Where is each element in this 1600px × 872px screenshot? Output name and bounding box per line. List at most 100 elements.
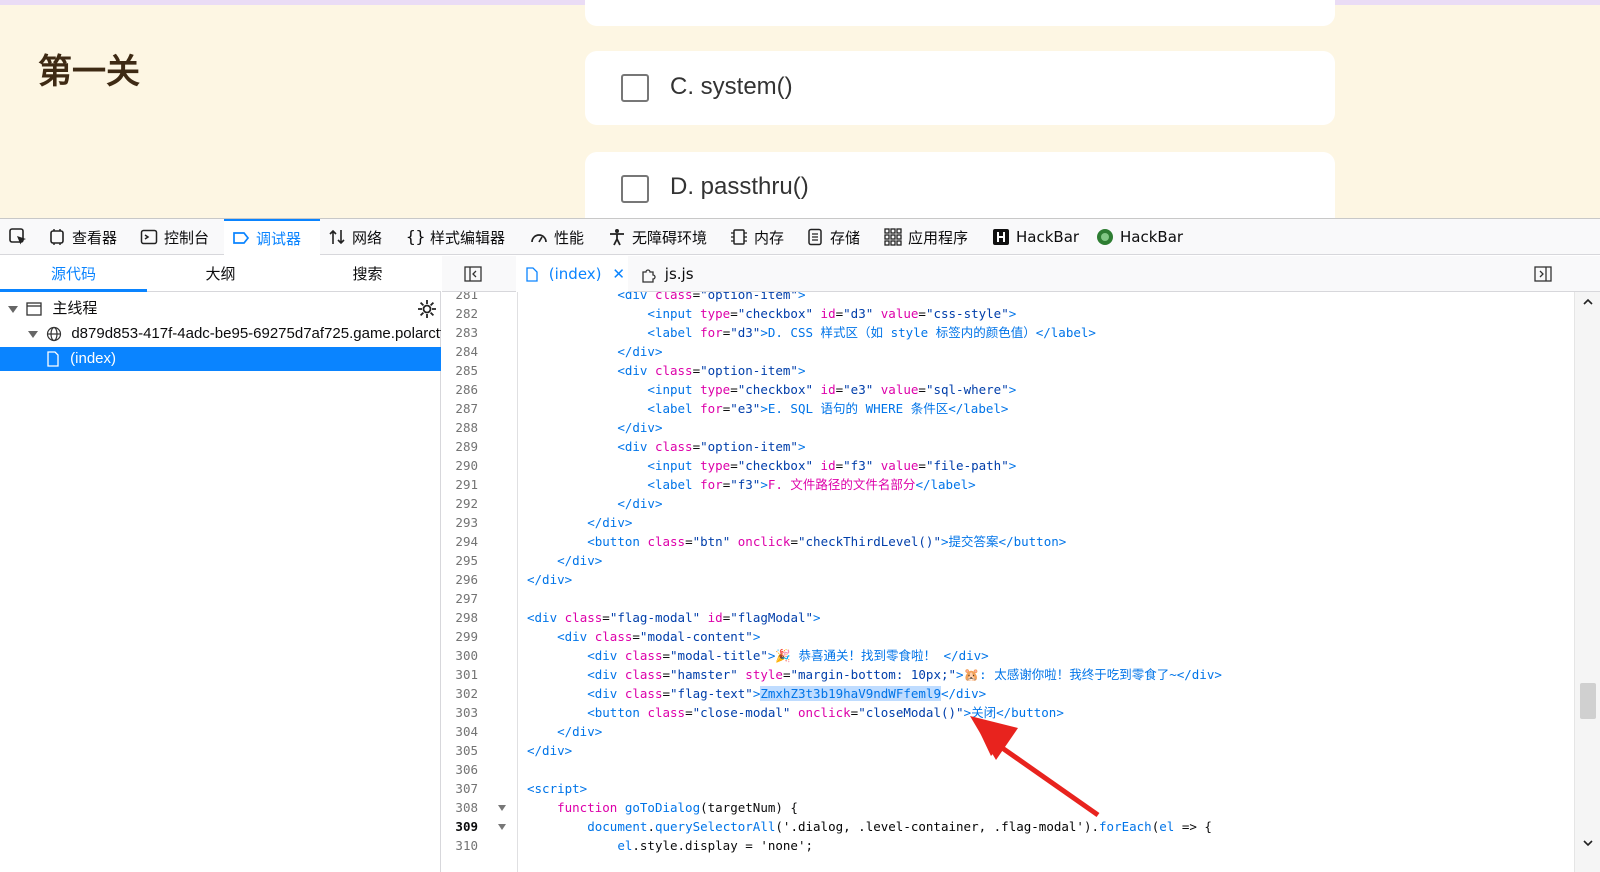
toggle-sidebar-icon[interactable] xyxy=(464,266,482,282)
code-line[interactable]: <div class="modal-title">🎉 恭喜通关！找到零食啦！ <… xyxy=(527,646,988,665)
tool-console[interactable]: 控制台 xyxy=(140,219,209,255)
line-number[interactable]: 281 xyxy=(442,292,478,304)
line-number[interactable]: 301 xyxy=(442,665,478,684)
line-number[interactable]: 290 xyxy=(442,456,478,475)
tool-accessibility[interactable]: 无障碍环境 xyxy=(608,219,707,255)
tool-hackbar[interactable]: HackBar xyxy=(992,219,1079,255)
file-row-index[interactable]: (index) xyxy=(0,347,441,371)
tool-hackbar-2[interactable]: HackBar xyxy=(1096,219,1183,255)
line-number[interactable]: 300 xyxy=(442,646,478,665)
line-number[interactable]: 291 xyxy=(442,475,478,494)
editor-tab-index[interactable]: (index) ✕ xyxy=(516,256,628,292)
domain-row[interactable]: d879d853-417f-4adc-be95-69275d7af725.gam… xyxy=(0,322,441,346)
code-line[interactable]: <button class="close-modal" onclick="clo… xyxy=(527,703,1064,722)
tab-search[interactable]: 搜索 xyxy=(294,256,441,292)
code-token: value xyxy=(880,306,919,321)
code-line[interactable]: function goToDialog(targetNum) { xyxy=(527,798,798,817)
line-number[interactable]: 294 xyxy=(442,532,478,551)
code-line[interactable]: <label for="f3">F. 文件路径的文件名部分</label> xyxy=(527,475,975,494)
scroll-up-icon[interactable] xyxy=(1582,296,1594,308)
line-number[interactable]: 298 xyxy=(442,608,478,627)
tab-outline[interactable]: 大纲 xyxy=(147,256,294,292)
code-line[interactable]: </div> xyxy=(527,741,572,760)
code-line[interactable]: <input type="checkbox" id="e3" value="sq… xyxy=(527,380,1016,399)
code-line[interactable]: <div class="modal-content"> xyxy=(527,627,760,646)
vertical-scrollbar[interactable] xyxy=(1574,292,1600,872)
toggle-right-pane-icon[interactable] xyxy=(1534,266,1552,282)
fold-toggle-icon[interactable] xyxy=(498,824,506,830)
line-number[interactable]: 299 xyxy=(442,627,478,646)
close-tab-icon[interactable]: ✕ xyxy=(612,265,625,283)
tool-network[interactable]: 网络 xyxy=(328,219,382,255)
code-line[interactable]: </div> xyxy=(527,342,662,361)
line-number[interactable]: 285 xyxy=(442,361,478,380)
code-line[interactable]: <div class="hamster" style="margin-botto… xyxy=(527,665,1222,684)
line-number[interactable]: 295 xyxy=(442,551,478,570)
line-number[interactable]: 284 xyxy=(442,342,478,361)
line-number[interactable]: 282 xyxy=(442,304,478,323)
line-number[interactable]: 308 xyxy=(442,798,478,817)
code-lines[interactable]: <div class="option-item"> <input type="c… xyxy=(519,292,1574,872)
line-number[interactable]: 305 xyxy=(442,741,478,760)
line-number[interactable]: 309 xyxy=(442,817,478,836)
code-line[interactable]: </div> xyxy=(527,513,632,532)
tool-label: 网络 xyxy=(352,228,383,247)
code-line[interactable]: </div> xyxy=(527,494,662,513)
scrollbar-thumb[interactable] xyxy=(1580,683,1596,719)
code-line[interactable]: el.style.display = 'none'; xyxy=(527,836,813,855)
option-checkbox[interactable] xyxy=(621,74,649,102)
element-picker-button[interactable] xyxy=(8,219,28,255)
tool-storage[interactable]: 存储 xyxy=(806,219,860,255)
tab-sources[interactable]: 源代码 xyxy=(0,256,147,292)
code-line[interactable]: <script> xyxy=(527,779,587,798)
tool-performance[interactable]: 性能 xyxy=(530,219,584,255)
line-number[interactable]: 306 xyxy=(442,760,478,779)
tool-style-editor[interactable]: {} 样式编辑器 xyxy=(406,219,505,255)
line-number[interactable]: 283 xyxy=(442,323,478,342)
line-number[interactable]: 287 xyxy=(442,399,478,418)
line-number[interactable]: 302 xyxy=(442,684,478,703)
line-number[interactable]: 292 xyxy=(442,494,478,513)
code-line[interactable]: </div> xyxy=(527,551,602,570)
line-number[interactable]: 296 xyxy=(442,570,478,589)
fold-toggle-icon[interactable] xyxy=(498,805,506,811)
line-number[interactable]: 286 xyxy=(442,380,478,399)
line-number[interactable]: 307 xyxy=(442,779,478,798)
editor-tab-js[interactable]: js.js xyxy=(636,256,694,292)
code-line[interactable]: </div> xyxy=(527,570,572,589)
code-line[interactable]: <input type="checkbox" id="f3" value="fi… xyxy=(527,456,1016,475)
code-line[interactable]: <div class="flag-modal" id="flagModal"> xyxy=(527,608,821,627)
option-card-c[interactable]: C. system() xyxy=(585,51,1335,125)
code-line[interactable]: <label for="e3">E. SQL 语句的 WHERE 条件区</la… xyxy=(527,399,1008,418)
thread-row[interactable]: 主线程 xyxy=(0,297,441,321)
line-number[interactable]: 289 xyxy=(442,437,478,456)
settings-gear-icon[interactable] xyxy=(417,299,437,319)
tool-label: 存储 xyxy=(830,228,861,247)
code-line[interactable]: <button class="btn" onclick="checkThirdL… xyxy=(527,532,1066,551)
line-number[interactable]: 293 xyxy=(442,513,478,532)
line-number[interactable]: 303 xyxy=(442,703,478,722)
code-line[interactable]: <label for="d3">D. CSS 样式区（如 style 标签内的颜… xyxy=(527,323,1096,342)
debugger-icon xyxy=(233,232,250,244)
option-checkbox[interactable] xyxy=(621,175,649,203)
code-line[interactable]: </div> xyxy=(527,722,602,741)
tool-debugger[interactable]: 调试器 xyxy=(224,219,320,255)
option-card-d[interactable]: D. passthru() xyxy=(585,152,1335,218)
line-number[interactable]: 288 xyxy=(442,418,478,437)
line-number[interactable]: 310 xyxy=(442,836,478,855)
code-line[interactable]: document.querySelectorAll('.dialog, .lev… xyxy=(527,817,1212,836)
line-number[interactable]: 304 xyxy=(442,722,478,741)
scroll-down-icon[interactable] xyxy=(1582,837,1594,849)
tool-application[interactable]: 应用程序 xyxy=(884,219,968,255)
line-number[interactable]: 297 xyxy=(442,589,478,608)
code-line[interactable]: <input type="checkbox" id="d3" value="cs… xyxy=(527,304,1016,323)
code-token: style xyxy=(745,667,783,682)
code-line[interactable]: <div class="flag-text">ZmxhZ3t3b19haV9nd… xyxy=(527,684,986,703)
code-line[interactable]: <div class="option-item"> xyxy=(527,437,805,456)
code-line[interactable]: </div> xyxy=(527,418,662,437)
code-line[interactable]: <div class="option-item"> xyxy=(527,292,805,304)
code-line[interactable]: <div class="option-item"> xyxy=(527,361,805,380)
tool-memory[interactable]: 内存 xyxy=(730,219,784,255)
tool-inspector[interactable]: 查看器 xyxy=(48,219,117,255)
